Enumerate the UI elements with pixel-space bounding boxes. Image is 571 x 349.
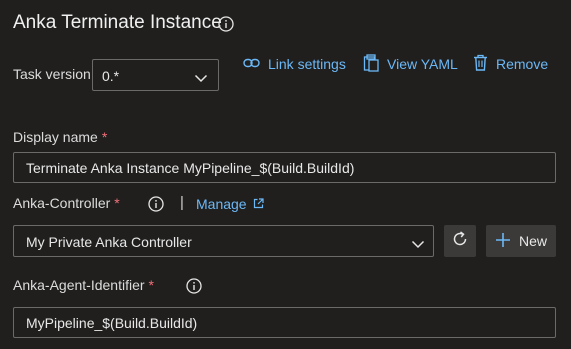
anka-controller-select[interactable]: My Private Anka Controller: [13, 225, 434, 257]
anka-agent-identifier-value: MyPipeline_$(Build.BuildId): [26, 315, 198, 331]
anka-agent-identifier-label: Anka-Agent-Identifier *: [13, 277, 154, 293]
info-icon[interactable]: [148, 196, 164, 212]
external-link-icon: [247, 196, 264, 212]
view-yaml-label: View YAML: [387, 56, 458, 72]
refresh-button[interactable]: [444, 225, 476, 257]
required-marker: *: [114, 195, 120, 211]
remove-label: Remove: [496, 56, 549, 72]
link-settings-label: Link settings: [268, 56, 346, 72]
link-settings-button[interactable]: Link settings: [243, 55, 346, 73]
plus-icon: [495, 232, 519, 251]
task-version-label: Task version: [13, 66, 91, 82]
display-name-value: Terminate Anka Instance MyPipeline_$(Bui…: [26, 160, 355, 176]
manage-label: Manage: [196, 196, 247, 212]
chevron-down-icon: [194, 70, 208, 88]
new-label: New: [518, 233, 547, 249]
task-version-value: 0.*: [102, 68, 120, 84]
link-icon: [243, 56, 268, 72]
anka-agent-identifier-field[interactable]: MyPipeline_$(Build.BuildId): [13, 307, 556, 338]
anka-controller-label-text: Anka-Controller: [13, 195, 111, 211]
info-icon[interactable]: [218, 16, 234, 32]
required-marker: *: [148, 277, 154, 293]
info-icon[interactable]: [186, 278, 202, 294]
display-name-label-text: Display name: [13, 129, 98, 145]
anka-controller-label: Anka-Controller *: [13, 195, 120, 211]
anka-agent-identifier-label-text: Anka-Agent-Identifier: [13, 277, 145, 293]
anka-controller-value: My Private Anka Controller: [26, 234, 192, 250]
view-yaml-button[interactable]: View YAML: [363, 53, 458, 75]
separator: |: [180, 194, 184, 211]
refresh-icon: [451, 230, 469, 253]
manage-link[interactable]: Manage: [196, 196, 264, 212]
display-name-field[interactable]: Terminate Anka Instance MyPipeline_$(Bui…: [13, 152, 556, 183]
trash-icon: [473, 54, 496, 74]
clipboard-icon: [363, 53, 387, 75]
page-title: Anka Terminate Instance: [13, 12, 222, 33]
chevron-down-icon: [411, 236, 425, 254]
task-version-select[interactable]: 0.*: [92, 59, 219, 91]
required-marker: *: [101, 129, 108, 145]
display-name-label: Display name *: [13, 129, 107, 145]
new-button[interactable]: New: [486, 225, 556, 257]
remove-button[interactable]: Remove: [473, 54, 549, 74]
